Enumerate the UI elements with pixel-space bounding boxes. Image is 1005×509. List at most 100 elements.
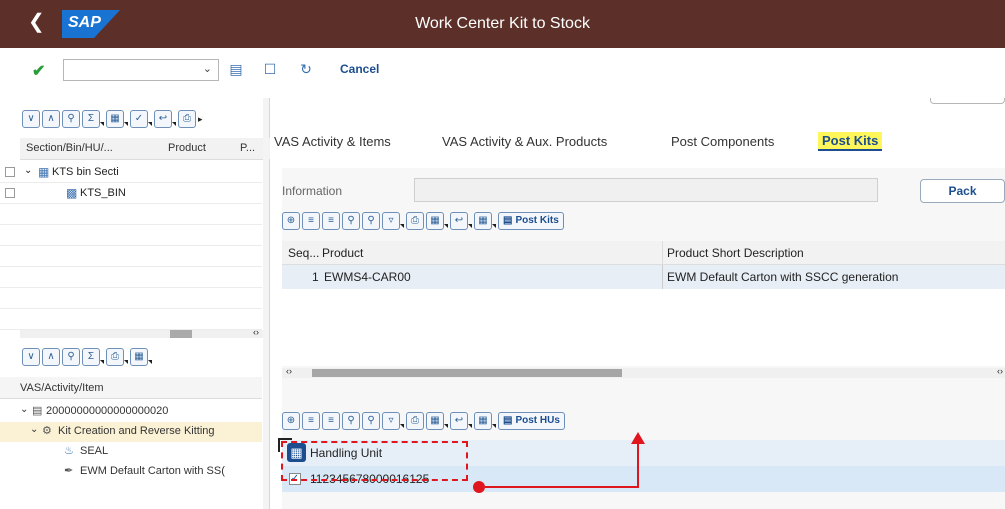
row-checkbox[interactable] [5,167,15,177]
post-hus-button[interactable]: ▤ Post HUs [498,412,565,430]
expand-all-icon[interactable]: ∨ [22,110,40,128]
activity-header: VAS/Activity/Item [0,377,262,399]
scroll-left-icon[interactable]: ‹› [286,366,292,376]
pack-button[interactable]: Pack [920,179,1005,203]
find-icon[interactable]: ⚲ [62,348,80,366]
refresh-icon[interactable]: ↻ [298,61,314,77]
chevron-down-icon[interactable]: ⌄ [24,165,32,176]
post-kits-label: Post Kits [515,215,559,226]
tab-post-components[interactable]: Post Components [671,134,774,149]
left-pane: ∨ ∧ ⚲ Σ ▦ ✓ ↩ ⎙ ▸ Section/Bin/HU/... Pro… [0,98,270,509]
activity-row[interactable]: ⌄ ⚙ Kit Creation and Reverse Kitting [0,422,262,442]
document-icon: ▤ [32,405,43,417]
save-icon: ▤ [503,215,513,226]
cell-product: EWMS4-CAR00 [324,270,411,284]
filter-icon[interactable]: ▿ [382,412,404,430]
chevron-down-icon[interactable]: ⌄ [30,424,38,435]
row-checkbox[interactable] [5,188,15,198]
activity-label: EWM Default Carton with SS( [80,465,225,477]
sum-icon[interactable]: Σ [82,348,104,366]
sort-ascending-icon[interactable]: ≡ [302,412,320,430]
post-hus-label: Post HUs [515,415,560,426]
zoom-icon[interactable]: ⊕ [282,412,300,430]
post-kits-button[interactable]: ▤ Post Kits [498,212,564,230]
more-icon[interactable]: ▸ [198,114,203,125]
layout-icon[interactable]: ▦ [474,212,496,230]
scroll-right-icon[interactable]: ‹› [997,366,1003,376]
tree-row[interactable]: ▩ KTS_BIN [0,183,262,204]
horizontal-scrollbar[interactable]: ‹› ‹› [282,366,1005,378]
tree-row[interactable]: ⌄ ▦ KTS bin Secti [0,162,262,183]
print-icon[interactable]: ⎙ [406,212,424,230]
annotation-line [637,444,639,488]
find-next-icon[interactable]: ⚲ [362,412,380,430]
empty-row [0,309,262,330]
activity-row[interactable]: ♨ SEAL [0,442,262,462]
export-icon[interactable]: ↩ [450,212,472,230]
activity-toolbar: ∨ ∧ ⚲ Σ ⎙ ▦ [22,346,154,368]
find-next-icon[interactable]: ⚲ [362,212,380,230]
tab-post-kits[interactable]: Post Kits [818,132,883,151]
activity-header-label[interactable]: VAS/Activity/Item [20,382,104,394]
annotation-line [485,486,638,488]
tab-vas-activity-items[interactable]: VAS Activity & Items [274,134,391,149]
collapse-all-icon[interactable]: ∧ [42,348,60,366]
kits-grid-header: Seq... Product Product Short Description [282,241,1005,265]
product-icon: ✒ [64,465,74,477]
seal-icon: ♨ [64,445,74,457]
save-icon[interactable]: ▤ [228,61,244,77]
col-product[interactable]: Product [322,246,363,260]
find-icon[interactable]: ⚲ [62,110,80,128]
annotation-arrowhead [631,432,645,444]
chart-icon[interactable]: ✓ [130,110,152,128]
print-icon[interactable]: ⎙ [106,348,128,366]
layout-icon[interactable]: ▦ [474,412,496,430]
col-seq[interactable]: Seq... [288,246,319,260]
activity-label: SEAL [80,445,109,457]
command-select[interactable]: ⌄ [63,59,219,81]
tab-vas-aux-products[interactable]: VAS Activity & Aux. Products [442,134,607,149]
scroll-thumb[interactable] [170,330,192,338]
zoom-icon[interactable]: ⊕ [282,212,300,230]
kits-grid: Seq... Product Product Short Description… [282,241,1005,366]
table-row[interactable]: 1 EWMS4-CAR00 EWM Default Carton with SS… [282,265,1005,289]
cancel-button[interactable]: Cancel [340,62,379,76]
new-page-icon[interactable]: ☐ [262,61,278,77]
layout-icon[interactable]: ▦ [130,348,152,366]
chevron-down-icon[interactable]: ⌄ [20,404,28,415]
sort-ascending-icon[interactable]: ≡ [302,212,320,230]
scroll-arrows-icon[interactable]: ‹› [253,327,259,337]
horizontal-scrollbar[interactable]: ‹› [20,327,263,338]
information-field[interactable] [414,178,878,202]
export-icon[interactable]: ↩ [450,412,472,430]
col-section[interactable]: Section/Bin/HU/... [26,142,113,154]
print-icon[interactable]: ⎙ [406,412,424,430]
chevron-down-icon: ⌄ [202,63,212,75]
col-p[interactable]: P... [240,142,255,154]
view-icon[interactable]: ▦ [426,412,448,430]
col-product[interactable]: Product [168,142,206,154]
splitter[interactable] [263,98,269,509]
col-description[interactable]: Product Short Description [667,246,804,260]
annotation-box [281,441,468,481]
activity-row[interactable]: ✒ EWM Default Carton with SS( [0,462,262,482]
scroll-thumb[interactable] [312,369,622,377]
sum-icon[interactable]: Σ [82,110,104,128]
find-icon[interactable]: ⚲ [342,212,360,230]
collapse-all-icon[interactable]: ∧ [42,110,60,128]
filter-icon[interactable]: ▿ [382,212,404,230]
confirm-check-icon[interactable]: ✔ [32,61,45,81]
view-icon[interactable]: ▦ [426,212,448,230]
export-icon[interactable]: ↩ [154,110,176,128]
top-button-edge[interactable] [930,98,1005,104]
find-icon[interactable]: ⚲ [342,412,360,430]
sort-descending-icon[interactable]: ≡ [322,412,340,430]
tree-header: Section/Bin/HU/... Product P... [20,138,270,160]
sort-descending-icon[interactable]: ≡ [322,212,340,230]
activity-row[interactable]: ⌄ ▤ 20000000000000000020 [0,402,262,422]
hu-grid-toolbar: ⊕ ≡ ≡ ⚲ ⚲ ▿ ⎙ ▦ ↩ ▦ ▤ Post HUs [282,410,567,432]
print-icon[interactable]: ⎙ [178,110,196,128]
tree-label: KTS bin Secti [52,166,119,178]
expand-all-icon[interactable]: ∨ [22,348,40,366]
layout-icon[interactable]: ▦ [106,110,128,128]
